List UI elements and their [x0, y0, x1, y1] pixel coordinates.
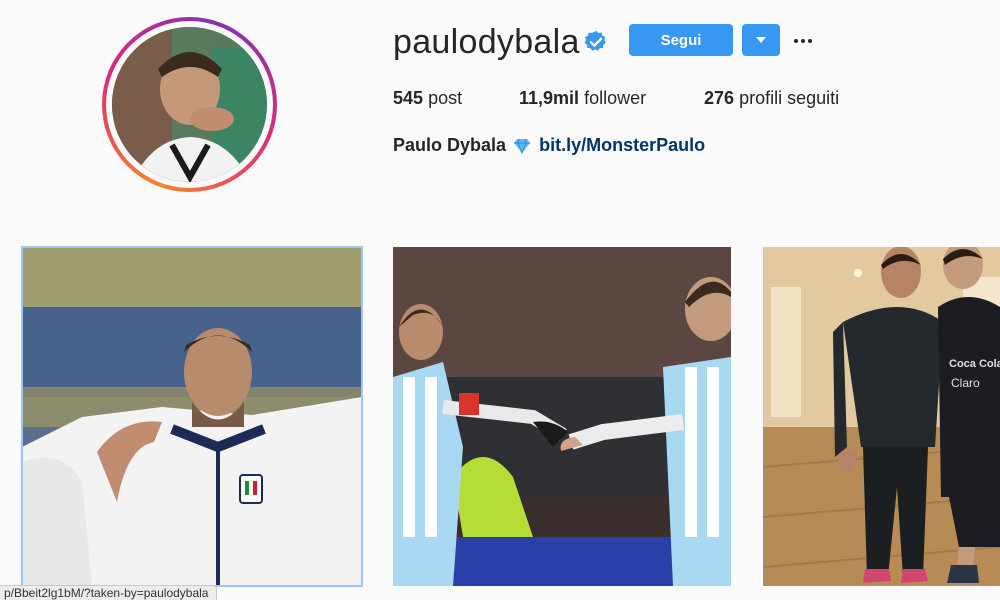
followers-count-value: 11,9mil — [519, 88, 580, 108]
jersey-sponsor-text: Claro — [951, 376, 980, 390]
profile-avatar-ring — [102, 17, 277, 192]
followers-count-label: follower — [584, 88, 647, 108]
post-thumbnail[interactable] — [21, 246, 363, 587]
browser-status-url: p/Bbeit2lg1bM/?taken-by=paulodybala — [0, 585, 218, 600]
profile-bio: Paulo Dybala bit.ly/MonsterPaulo — [393, 134, 705, 156]
post-image — [22, 247, 362, 586]
suggestions-dropdown-button[interactable] — [742, 24, 780, 56]
follow-button[interactable]: Segui — [629, 24, 733, 56]
posts-count: 545 post — [393, 87, 462, 109]
posts-count-value: 545 — [393, 88, 424, 108]
following-count-value: 276 — [704, 88, 735, 108]
post-thumbnail[interactable] — [393, 247, 731, 586]
verified-badge-icon — [584, 30, 606, 51]
more-options-icon — [794, 39, 812, 43]
followers-count[interactable]: 11,9mil follower — [519, 87, 646, 109]
full-name: Paulo Dybala — [393, 135, 507, 155]
jersey-sponsor-text: Coca Cola — [949, 358, 1000, 370]
post-image: Coca Cola Claro — [763, 247, 1000, 586]
post-thumbnail[interactable]: Coca Cola Claro — [763, 247, 1000, 586]
post-image — [393, 247, 731, 586]
bio-link[interactable]: bit.ly/MonsterPaulo — [539, 135, 705, 155]
username: paulodybala — [393, 23, 580, 61]
gem-icon — [514, 138, 531, 154]
following-count-label: profili seguiti — [739, 88, 840, 108]
posts-count-label: post — [428, 88, 463, 108]
avatar[interactable] — [112, 27, 267, 182]
chevron-down-icon — [756, 37, 766, 43]
following-count[interactable]: 276 profili seguiti — [704, 87, 839, 109]
avatar-photo — [112, 27, 267, 182]
more-options-button[interactable] — [790, 28, 816, 54]
